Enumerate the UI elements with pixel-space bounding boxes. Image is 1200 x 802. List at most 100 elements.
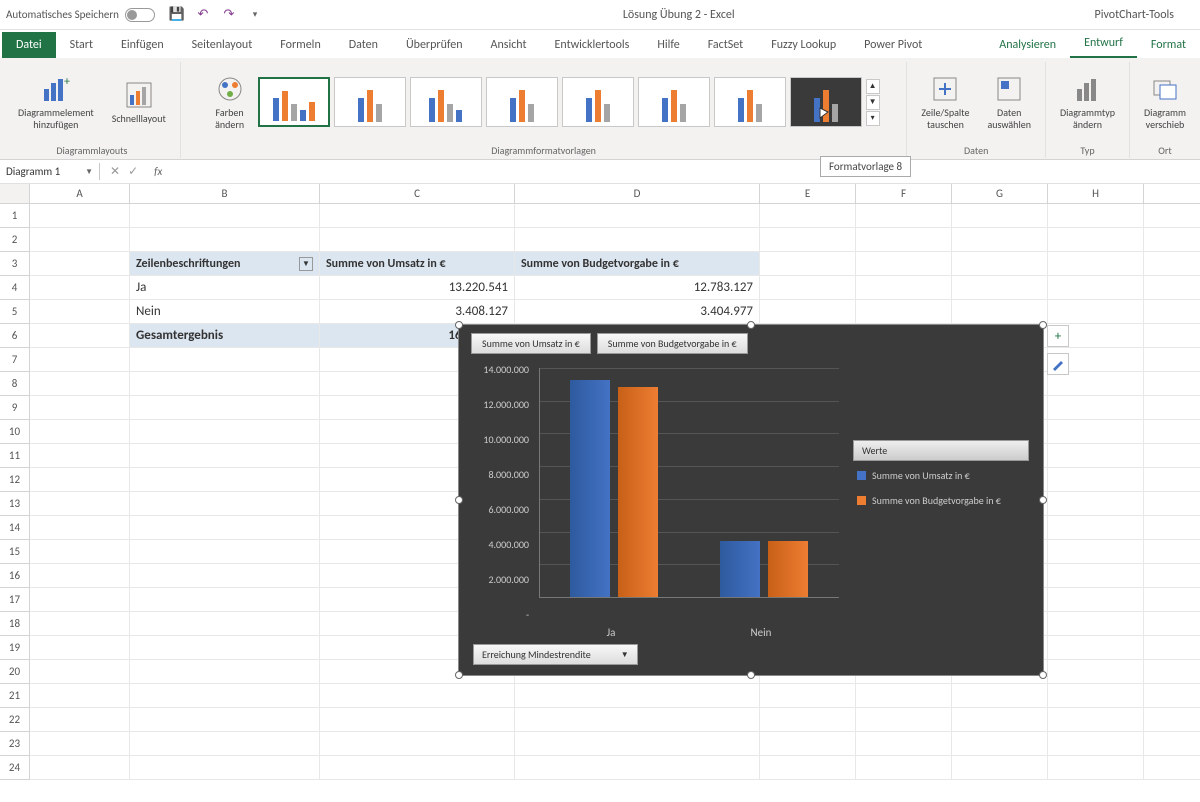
tab-format[interactable]: Format — [1137, 32, 1200, 58]
worksheet-grid[interactable]: A B C D E F G H 123456789101112131415161… — [0, 184, 1200, 802]
tab-file[interactable]: Datei — [2, 32, 56, 58]
col-header-h[interactable]: H — [1048, 184, 1144, 203]
chart-styles-button[interactable] — [1047, 353, 1069, 375]
pivot-rowlabels-header[interactable]: Zeilenbeschriftungen▼ — [130, 252, 320, 275]
legend-item-2[interactable]: Summe von Budgetvorgabe in € — [853, 494, 1029, 507]
tab-help[interactable]: Hilfe — [643, 32, 693, 58]
style-thumb-2[interactable] — [334, 77, 406, 127]
row-header[interactable]: 6 — [0, 324, 30, 348]
row-header[interactable]: 23 — [0, 732, 30, 756]
style-thumb-4[interactable] — [486, 77, 558, 127]
qat-more-icon[interactable]: ▾ — [247, 7, 263, 23]
row-header[interactable]: 8 — [0, 372, 30, 396]
chart-value-button-2[interactable]: Summe von Budgetvorgabe in € — [597, 333, 748, 354]
tab-review[interactable]: Überprüfen — [392, 32, 477, 58]
chart-elements-button[interactable]: + — [1047, 325, 1069, 347]
switch-row-col-button[interactable]: Zeile/Spalte tauschen — [915, 71, 975, 133]
row-header[interactable]: 4 — [0, 276, 30, 300]
select-data-button[interactable]: Daten auswählen — [981, 71, 1037, 133]
tab-factset[interactable]: FactSet — [694, 32, 757, 58]
autosave-toggle[interactable]: Automatisches Speichern — [6, 8, 155, 22]
col-header-c[interactable]: C — [320, 184, 515, 203]
col-header-b[interactable]: B — [130, 184, 320, 203]
enter-icon[interactable]: ✓ — [128, 164, 138, 179]
redo-icon[interactable]: ↷ — [221, 7, 237, 23]
gallery-down-icon[interactable]: ▼ — [866, 95, 880, 110]
toggle-switch-icon[interactable] — [125, 8, 155, 22]
name-box[interactable]: Diagramm 1▼ — [0, 163, 100, 180]
bar-budget-ja[interactable] — [618, 387, 658, 597]
pivot-cell[interactable]: 3.404.977 — [515, 300, 760, 323]
row-header[interactable]: 22 — [0, 708, 30, 732]
row-header[interactable]: 17 — [0, 588, 30, 612]
gallery-more-icon[interactable]: ▾ — [866, 111, 880, 126]
tab-formulas[interactable]: Formeln — [266, 32, 334, 58]
legend-item-1[interactable]: Summe von Umsatz in € — [853, 469, 1029, 482]
legend-title[interactable]: Werte — [853, 440, 1029, 461]
tab-fuzzy[interactable]: Fuzzy Lookup — [757, 32, 850, 58]
cancel-icon[interactable]: ✕ — [110, 164, 120, 179]
chevron-down-icon[interactable]: ▼ — [621, 650, 629, 660]
add-chart-element-button[interactable]: + Diagrammelement hinzufügen — [12, 71, 100, 133]
cells-area[interactable]: Zeilenbeschriftungen▼ Summe von Umsatz in… — [30, 204, 1200, 780]
style-thumb-8[interactable] — [790, 77, 862, 127]
row-header[interactable]: 11 — [0, 444, 30, 468]
pivot-total-label[interactable]: Gesamtergebnis — [130, 324, 320, 347]
tab-start[interactable]: Start — [56, 32, 107, 58]
bar-umsatz-ja[interactable] — [570, 380, 610, 597]
change-colors-button[interactable]: Farben ändern — [208, 71, 252, 133]
row-header[interactable]: 9 — [0, 396, 30, 420]
row-header[interactable]: 12 — [0, 468, 30, 492]
col-header-a[interactable]: A — [30, 184, 130, 203]
bar-group-nein[interactable] — [720, 541, 808, 597]
plot-area[interactable] — [539, 368, 839, 598]
row-header[interactable]: 5 — [0, 300, 30, 324]
pivot-cell[interactable]: Ja — [130, 276, 320, 299]
select-all-corner[interactable] — [0, 184, 30, 203]
col-header-g[interactable]: G — [952, 184, 1048, 203]
style-thumb-1[interactable] — [258, 77, 330, 127]
chart-plot-area[interactable]: 14.000.00012.000.00010.000.0008.000.0006… — [473, 363, 843, 621]
save-icon[interactable]: 💾 — [169, 7, 185, 23]
row-header[interactable]: 18 — [0, 612, 30, 636]
row-header[interactable]: 3 — [0, 252, 30, 276]
style-thumb-7[interactable] — [714, 77, 786, 127]
row-header[interactable]: 24 — [0, 756, 30, 780]
row-header[interactable]: 19 — [0, 636, 30, 660]
quick-layout-button[interactable]: Schnelllayout — [106, 77, 172, 127]
style-thumb-6[interactable] — [638, 77, 710, 127]
chart-legend[interactable]: Werte Summe von Umsatz in € Summe von Bu… — [853, 440, 1029, 519]
col-header-f[interactable]: F — [856, 184, 952, 203]
col-header-d[interactable]: D — [515, 184, 760, 203]
col-header-e[interactable]: E — [760, 184, 856, 203]
chart-axis-filter-button[interactable]: Erreichung Mindestrendite▼ — [473, 644, 638, 665]
row-header[interactable]: 15 — [0, 540, 30, 564]
chart-value-button-1[interactable]: Summe von Umsatz in € — [471, 333, 591, 354]
fx-icon[interactable]: fx — [148, 165, 168, 178]
pivot-cell[interactable]: 3.408.127 — [320, 300, 515, 323]
row-header[interactable]: 14 — [0, 516, 30, 540]
style-thumb-3[interactable] — [410, 77, 482, 127]
bar-budget-nein[interactable] — [768, 541, 808, 597]
tab-pagelayout[interactable]: Seitenlayout — [178, 32, 267, 58]
tab-view[interactable]: Ansicht — [477, 32, 541, 58]
tab-design[interactable]: Entwurf — [1070, 30, 1137, 58]
row-header[interactable]: 7 — [0, 348, 30, 372]
row-header[interactable]: 10 — [0, 420, 30, 444]
tab-analyze[interactable]: Analysieren — [985, 32, 1070, 58]
undo-icon[interactable]: ↶ — [195, 7, 211, 23]
row-header[interactable]: 21 — [0, 684, 30, 708]
tab-developer[interactable]: Entwicklertools — [541, 32, 644, 58]
row-header[interactable]: 2 — [0, 228, 30, 252]
change-chart-type-button[interactable]: Diagrammtyp ändern — [1054, 71, 1121, 133]
row-header[interactable]: 20 — [0, 660, 30, 684]
move-chart-button[interactable]: Diagramm verschieb — [1138, 71, 1192, 133]
pivot-cell[interactable]: 12.783.127 — [515, 276, 760, 299]
row-header[interactable]: 13 — [0, 492, 30, 516]
row-header[interactable]: 16 — [0, 564, 30, 588]
filter-dropdown-icon[interactable]: ▼ — [299, 257, 313, 271]
bar-umsatz-nein[interactable] — [720, 541, 760, 597]
tab-insert[interactable]: Einfügen — [107, 32, 178, 58]
row-header[interactable]: 1 — [0, 204, 30, 228]
style-thumb-5[interactable] — [562, 77, 634, 127]
